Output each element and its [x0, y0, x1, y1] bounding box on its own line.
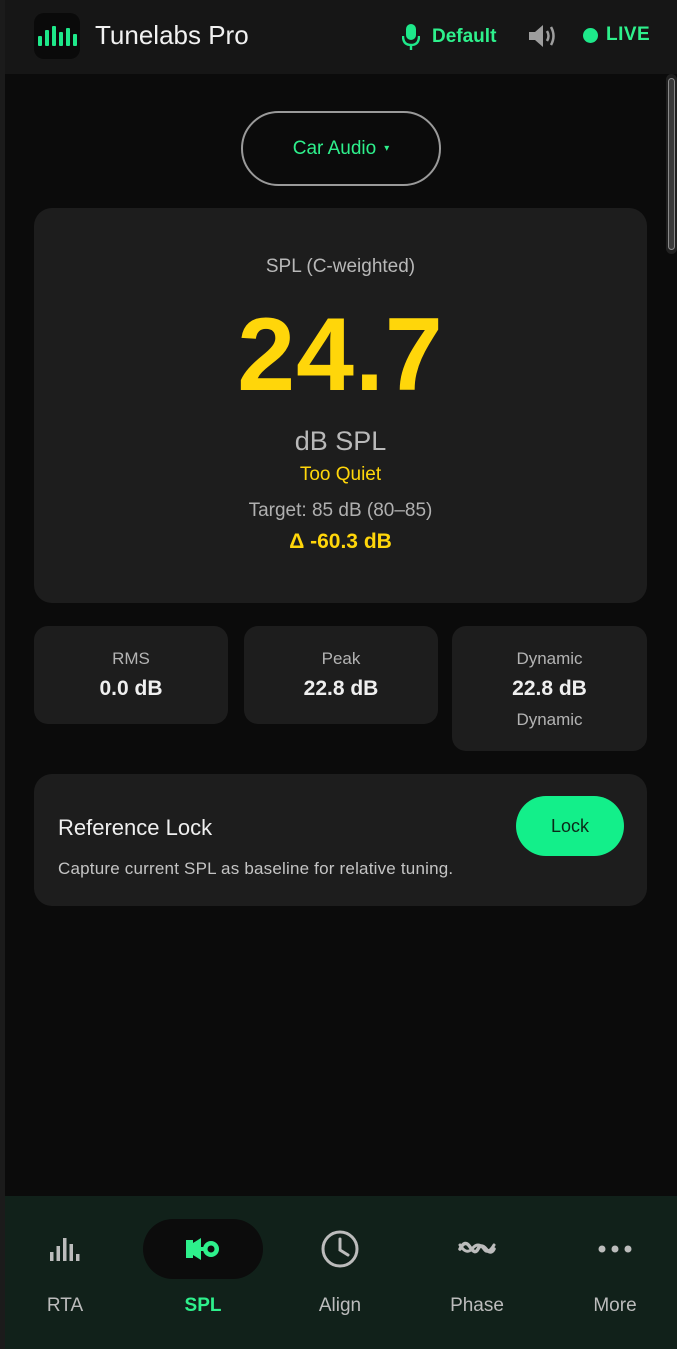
app-title: Tunelabs Pro — [95, 20, 249, 50]
rms-label: RMS — [112, 649, 150, 668]
nav-item-align[interactable]: Align — [280, 1196, 400, 1349]
clock-icon — [321, 1230, 359, 1268]
chevron-down-icon: ▾ — [384, 143, 390, 154]
microphone-icon — [402, 24, 420, 50]
spl-delta: Δ -60.3 dB — [289, 530, 392, 553]
app-screen: Tunelabs Pro Default LIVE Car Audio ▾ SP… — [5, 0, 677, 1349]
peak-value: 22.8 dB — [303, 677, 379, 700]
input-device-label: Default — [432, 26, 497, 47]
live-indicator: LIVE — [583, 24, 650, 46]
dynamic-stat-card: Dynamic 22.8 dB Dynamic — [452, 626, 647, 751]
reference-lock-title: Reference Lock — [58, 815, 213, 840]
spl-target: Target: 85 dB (80–85) — [248, 500, 433, 521]
live-dot-icon — [583, 27, 598, 43]
top-app-bar: Tunelabs Pro Default LIVE — [5, 0, 677, 74]
nav-item-spl[interactable]: SPL — [143, 1196, 263, 1349]
live-label: LIVE — [606, 24, 651, 45]
bottom-navigation: RTA SPL Align Phase More — [5, 1196, 677, 1349]
dynamic-label: Dynamic — [516, 649, 583, 668]
dynamic-sublabel: Dynamic — [516, 710, 583, 729]
preset-dropdown[interactable]: Car Audio ▾ — [241, 111, 441, 186]
equalizer-logo-icon — [34, 13, 80, 59]
preset-label: Car Audio — [292, 137, 377, 159]
lock-button[interactable]: Lock — [516, 796, 624, 856]
spl-unit: dB SPL — [294, 426, 387, 456]
nav-item-more[interactable]: More — [555, 1196, 675, 1349]
wave-icon — [458, 1241, 496, 1254]
input-device-selector[interactable]: Default — [402, 22, 496, 52]
nav-item-phase[interactable]: Phase — [417, 1196, 537, 1349]
nav-label-rta: RTA — [46, 1295, 84, 1316]
rms-value: 0.0 dB — [99, 677, 163, 700]
reference-lock-description: Capture current SPL as baseline for rela… — [58, 859, 454, 878]
spl-card: SPL (C-weighted) 24.7 dB SPL Too Quiet T… — [34, 208, 647, 603]
nav-item-rta[interactable]: RTA — [5, 1196, 125, 1349]
scrollbar-thumb[interactable] — [668, 78, 675, 250]
peak-stat-card: Peak 22.8 dB — [244, 626, 438, 724]
spl-value: 24.7 — [237, 297, 444, 413]
bar-chart-icon — [50, 1238, 80, 1261]
spl-status: Too Quiet — [299, 464, 382, 485]
reference-lock-card: Reference Lock Capture current SPL as ba… — [34, 774, 647, 906]
nav-label-more: More — [593, 1295, 637, 1316]
speaker-icon[interactable] — [527, 22, 557, 50]
scrollbar[interactable] — [666, 74, 677, 254]
peak-label: Peak — [321, 649, 361, 668]
rms-stat-card: RMS 0.0 dB — [34, 626, 228, 724]
more-dots-icon — [598, 1245, 632, 1253]
dynamic-value: 22.8 dB — [512, 677, 587, 700]
spl-heading: SPL (C-weighted) — [265, 256, 416, 277]
nav-label-phase: Phase — [450, 1295, 504, 1316]
nav-label-align: Align — [318, 1295, 362, 1316]
speaker-meter-icon — [186, 1238, 219, 1260]
nav-label-spl: SPL — [184, 1295, 222, 1316]
